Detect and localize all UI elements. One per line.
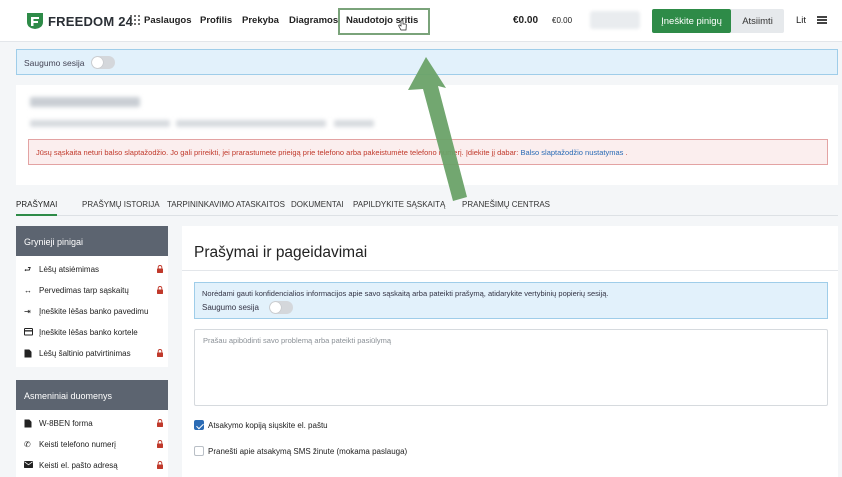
tab-request-history[interactable]: PRAŠYMŲ ISTORIJA xyxy=(82,200,160,209)
tab-top-up-account[interactable]: PAPILDYKITE SĄSKAITĄ xyxy=(353,200,445,209)
tab-notification-center[interactable]: PRANEŠIMŲ CENTRAS xyxy=(462,200,550,209)
sidebar-cash-group: Grynieji pinigai ⮐ Lėšų atsiėmimas ↔ Per… xyxy=(16,226,168,367)
email-copy-checkbox[interactable] xyxy=(194,420,204,430)
deposit-button[interactable]: Įneškite pinigų xyxy=(652,9,731,33)
voice-password-warning: Jūsų sąskaita neturi balso slaptažodžio.… xyxy=(28,139,828,165)
sidebar-item-label: Keisti el. pašto adresą xyxy=(39,461,118,470)
info-box: Norėdami gauti konfidencialios informaci… xyxy=(194,282,828,319)
card-icon xyxy=(24,328,33,337)
tab-requests[interactable]: PRAŠYMAI xyxy=(16,200,58,216)
sms-notify-label: Pranešti apie atsakymą SMS žinute (mokam… xyxy=(208,447,408,456)
balance-main: €0.00 xyxy=(513,15,539,26)
section-tabs: PRAŠYMAI PRAŠYMŲ ISTORIJA TARPININKAVIMO… xyxy=(16,196,838,216)
blurred-account-details xyxy=(30,120,170,127)
sidebar-item-label: Lėšų atsiėmimas xyxy=(39,265,100,274)
lock-icon xyxy=(157,286,163,294)
security-session-bar: Saugumo sesija xyxy=(16,49,838,75)
blurred-status xyxy=(334,120,374,127)
tab-brokerage-reports[interactable]: TARPININKAVIMO ATASKAITOS xyxy=(167,200,285,209)
info-text: Norėdami gauti konfidencialios informaci… xyxy=(202,289,609,298)
sidebar-item-label: Pervedimas tarp sąskaitų xyxy=(39,286,129,295)
logo[interactable]: FREEDOM 24 xyxy=(26,12,133,30)
sidebar-item-source-of-funds[interactable]: Lėšų šaltinio patvirtinimas xyxy=(16,343,168,364)
security-session-label: Saugumo sesija xyxy=(24,58,85,68)
sidebar-item-label: Įneškite lėšas banko pavedimu xyxy=(39,307,149,316)
blurred-email xyxy=(176,120,326,127)
nav-trading[interactable]: Prekyba xyxy=(242,15,279,26)
sidebar-item-w8ben[interactable]: W-8BEN forma xyxy=(16,413,168,434)
services-grid-icon[interactable] xyxy=(130,15,141,26)
textarea-placeholder: Prašau apibūdinti savo problemą arba pat… xyxy=(203,336,392,345)
lock-icon xyxy=(157,461,163,469)
transfer-icon: ↔ xyxy=(24,286,32,295)
sidebar-item-transfer[interactable]: ↔ Pervedimas tarp sąskaitų xyxy=(16,280,168,301)
voice-password-setup-link[interactable]: Balso slaptažodžio nustatymas xyxy=(520,148,623,157)
withdraw-button[interactable]: Atsiimti xyxy=(731,9,784,33)
sidebar-personal-header: Asmeniniai duomenys xyxy=(16,380,168,410)
sms-notify-checkbox[interactable] xyxy=(194,446,204,456)
top-navigation: FREEDOM 24 Paslaugos Profilis Prekyba Di… xyxy=(0,0,842,42)
profile-card: Jūsų sąskaita neturi balso slaptažodžio.… xyxy=(16,85,838,185)
deposit-icon: ⇥ xyxy=(24,307,31,316)
email-copy-label: Atsakymo kopiją siųskite el. paštu xyxy=(208,421,328,430)
lock-icon xyxy=(157,419,163,427)
nav-profile[interactable]: Profilis xyxy=(200,15,232,26)
warning-suffix: . xyxy=(625,148,628,157)
sidebar-item-change-phone[interactable]: ✆ Keisti telefono numerį xyxy=(16,434,168,455)
info-session-toggle[interactable] xyxy=(269,301,293,314)
mail-icon xyxy=(24,461,33,470)
sidebar-item-label: Lėšų šaltinio patvirtinimas xyxy=(39,349,131,358)
blurred-user-name xyxy=(30,97,140,107)
balance-secondary: €0.00 xyxy=(552,16,573,25)
sidebar-item-bank-card[interactable]: Įneškite lėšas banko kortele xyxy=(16,322,168,343)
phone-icon: ✆ xyxy=(24,440,31,449)
sidebar-item-change-email[interactable]: Keisti el. pašto adresą xyxy=(16,455,168,476)
document-icon xyxy=(24,419,33,428)
sidebar-item-label: Įneškite lėšas banko kortele xyxy=(39,328,138,337)
mouse-cursor-icon xyxy=(398,20,407,31)
warning-text: Jūsų sąskaita neturi balso slaptažodžio.… xyxy=(36,148,519,157)
lock-icon xyxy=(157,265,163,273)
sidebar-item-bank-transfer[interactable]: ⇥ Įneškite lėšas banko pavedimu xyxy=(16,301,168,322)
blurred-account-info xyxy=(590,11,640,29)
sidebar-cash-header: Grynieji pinigai xyxy=(16,226,168,256)
menu-icon[interactable] xyxy=(817,16,827,24)
tab-documents[interactable]: DOKUMENTAI xyxy=(291,200,344,209)
request-textarea[interactable]: Prašau apibūdinti savo problemą arba pat… xyxy=(194,329,828,406)
nav-charts[interactable]: Diagramos xyxy=(289,15,338,26)
sidebar-item-label: Keisti telefono numerį xyxy=(39,440,116,449)
security-session-toggle[interactable] xyxy=(91,56,115,69)
language-selector[interactable]: Lit xyxy=(796,15,806,26)
withdraw-icon: ⮐ xyxy=(24,265,32,274)
nav-services[interactable]: Paslaugos xyxy=(144,15,192,26)
lock-icon xyxy=(157,440,163,448)
title-divider xyxy=(182,270,838,271)
requests-panel: Prašymai ir pageidavimai Norėdami gauti … xyxy=(182,226,838,477)
sidebar-personal-group: Asmeniniai duomenys W-8BEN forma ✆ Keist… xyxy=(16,380,168,477)
logo-text: FREEDOM 24 xyxy=(48,13,134,29)
nav-user-area[interactable]: Naudotojo sritis xyxy=(346,15,418,26)
document-icon xyxy=(24,349,33,358)
info-session-label: Saugumo sesija xyxy=(202,303,259,312)
sidebar-item-withdraw[interactable]: ⮐ Lėšų atsiėmimas xyxy=(16,259,168,280)
lock-icon xyxy=(157,349,163,357)
page-title: Prašymai ir pageidavimai xyxy=(194,244,368,261)
logo-shield-icon xyxy=(27,13,43,29)
sidebar-item-label: W-8BEN forma xyxy=(39,419,93,428)
